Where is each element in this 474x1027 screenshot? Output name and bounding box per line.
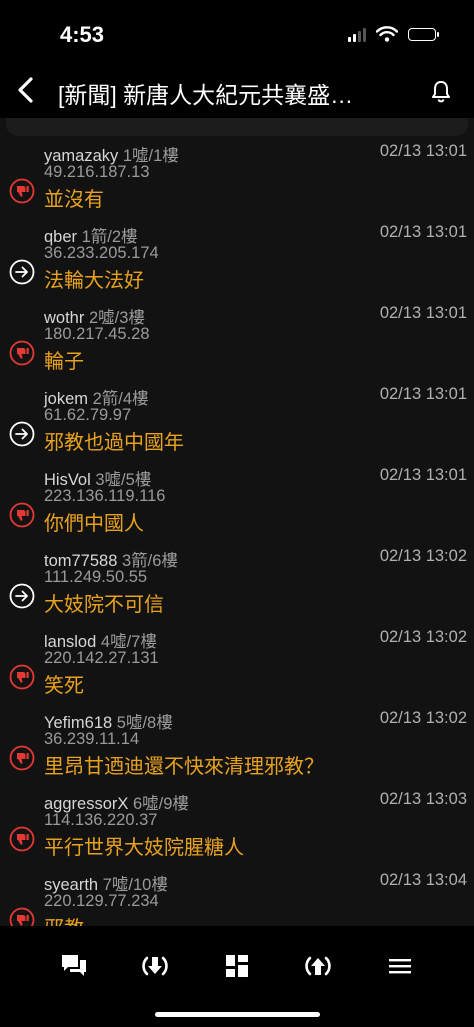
comment-text: 笑死 <box>44 675 84 697</box>
comment-row[interactable]: tom77588 3箭/6樓 02/13 13:02 111.249.50.55 大妓… <box>0 541 474 622</box>
comment-time: 02/13 13:01 <box>379 142 467 160</box>
comment-ip: 114.136.220.37 <box>44 811 158 829</box>
menu-button[interactable] <box>380 946 420 986</box>
bell-icon <box>432 81 450 103</box>
comment-time: 02/13 13:01 <box>379 385 467 403</box>
scroll-top-button[interactable] <box>298 946 338 986</box>
comment-ip: 111.249.50.55 <box>44 568 148 586</box>
comment-row[interactable]: qber 1箭/2樓 02/13 13:01 36.233.205.174 法輪大法好 <box>0 217 474 298</box>
comment-row[interactable]: syearth 7噓/10樓02/13 13:04220.129.77.234邪… <box>0 865 474 926</box>
menu-icon <box>389 959 411 974</box>
back-button[interactable] <box>8 72 44 108</box>
comment-ip: 36.233.205.174 <box>44 244 159 262</box>
arrow-right-icon <box>9 259 35 285</box>
comment-time: 02/13 13:02 <box>379 547 467 565</box>
scroll-bottom-icon <box>142 956 168 976</box>
list-top-edge <box>6 118 468 136</box>
bottom-toolbar <box>0 926 474 1027</box>
comment-row[interactable]: Yefim618 5噓/8樓 02/13 13:02 36.239.11.14 里昂甘… <box>0 703 474 784</box>
comment-text: 邪教也過中國年 <box>44 432 184 454</box>
home-indicator[interactable] <box>155 1012 320 1017</box>
comment-ip: 223.136.119.116 <box>44 487 166 505</box>
thumbs-down-icon <box>9 664 35 690</box>
comment-row[interactable]: aggressorX 6噓/9樓 02/13 13:03 114.136.220.3… <box>0 784 474 865</box>
signal-icon <box>348 26 366 42</box>
battery-icon <box>408 27 439 41</box>
comment-text: 你們中國人 <box>44 513 144 535</box>
scroll-bottom-button[interactable] <box>135 946 175 986</box>
comment-text: 里昂甘迺迪還不快來清理邪教？ <box>44 756 324 778</box>
comment-text: 大妓院不可信 <box>44 594 164 616</box>
comments-button[interactable] <box>54 946 94 986</box>
comment-text: 邪教 <box>44 912 84 926</box>
comment-time: 02/13 13:01 <box>379 223 467 241</box>
comment-row[interactable]: jokem 2箭/4樓 02/13 13:01 61.62.79.97 邪教也過中國年 <box>0 379 474 460</box>
comment-time: 02/13 13:02 <box>379 709 467 727</box>
comment-row[interactable]: wothr 2噓/3樓 02/13 13:01 180.217.45.28 輪子 <box>0 298 474 379</box>
arrow-right-icon <box>9 421 35 447</box>
page-title: [新聞] 新唐人大紀元共襄盛… <box>58 82 354 108</box>
comment-ip: 220.129.77.234 <box>44 892 159 910</box>
comment-time: 02/13 13:03 <box>379 790 467 808</box>
grid-button[interactable] <box>217 946 257 986</box>
chevron-left-icon <box>18 77 33 103</box>
comment-time: 02/13 13:04 <box>379 871 467 889</box>
thumbs-down-icon <box>9 178 35 204</box>
thumbs-down-icon <box>9 340 35 366</box>
comment-time: 02/13 13:01 <box>379 466 467 484</box>
thumbs-down-icon <box>9 907 35 926</box>
comment-row[interactable]: yamazaky 1噓/1樓 02/13 13:01 49.216.187.13 並沒… <box>0 136 474 217</box>
scroll-top-icon <box>305 956 331 976</box>
comment-text: 並沒有 <box>44 189 104 211</box>
wifi-icon <box>376 26 398 42</box>
status-icons <box>348 26 439 42</box>
grid-icon <box>226 955 248 977</box>
comment-ip: 36.239.11.14 <box>44 730 140 748</box>
status-time: 4:53 <box>60 22 105 47</box>
comment-time: 02/13 13:01 <box>379 304 467 322</box>
thumbs-down-icon <box>9 502 35 528</box>
thumbs-down-icon <box>9 745 35 771</box>
thumbs-down-icon <box>9 826 35 852</box>
comment-ip: 61.62.79.97 <box>44 406 132 424</box>
comment-text: 輪子 <box>44 351 84 373</box>
comment-ip: 180.217.45.28 <box>44 325 150 343</box>
comment-text: 法輪大法好 <box>44 270 144 292</box>
comment-list[interactable]: yamazaky 1噓/1樓 02/13 13:01 49.216.187.13 並沒… <box>0 118 474 926</box>
comment-row[interactable]: HisVol 3噓/5樓 02/13 13:01 223.136.119.116 你們… <box>0 460 474 541</box>
header: [新聞] 新唐人大紀元共襄盛… <box>0 62 474 118</box>
comment-text: 平行世界大妓院腥糖人 <box>44 837 244 859</box>
comments-icon <box>62 955 86 976</box>
comment-row[interactable]: lanslod 4噓/7樓 02/13 13:02 220.142.27.131 笑死 <box>0 622 474 703</box>
comment-ip: 49.216.187.13 <box>44 163 150 181</box>
notification-button[interactable] <box>424 74 458 108</box>
comment-ip: 220.142.27.131 <box>44 649 159 667</box>
status-bar: 4:53 <box>0 0 474 62</box>
arrow-right-icon <box>9 583 35 609</box>
comment-time: 02/13 13:02 <box>379 628 467 646</box>
